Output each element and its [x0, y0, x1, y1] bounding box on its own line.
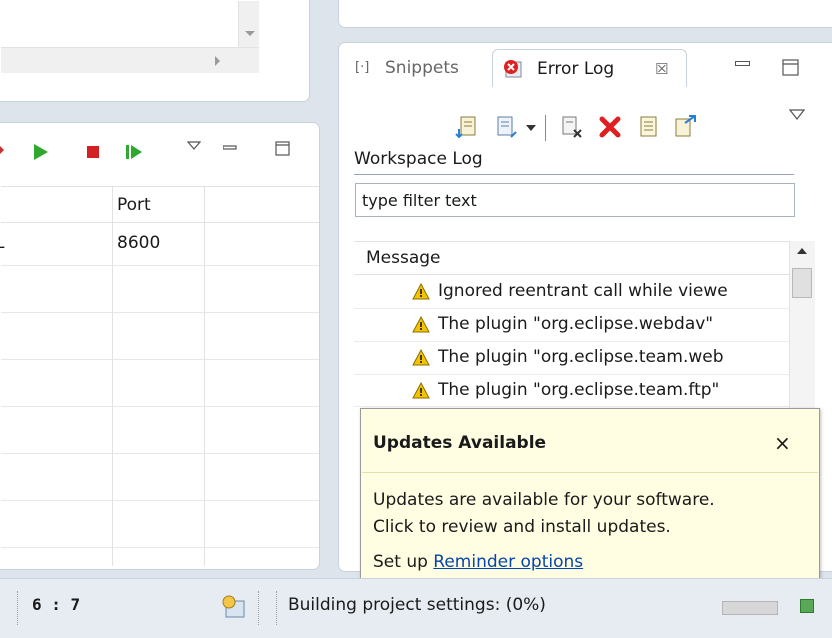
delete-log-icon[interactable] [560, 115, 584, 139]
message-column-header[interactable]: Message [354, 241, 789, 275]
list-item[interactable]: Ignored reentrant call while viewe [354, 276, 789, 309]
warning-icon [412, 283, 430, 300]
minimize-icon[interactable] [735, 61, 751, 67]
popup-setup-line: Set up Reminder options [373, 549, 715, 576]
log-message: Ignored reentrant call while viewe [438, 281, 728, 301]
servers-toolbar [0, 139, 319, 163]
popup-title: Updates Available [373, 433, 547, 453]
restore-log-icon[interactable] [673, 113, 699, 139]
top-left-view [0, 0, 310, 102]
clear-log-icon[interactable] [598, 115, 622, 139]
list-item[interactable]: The plugin "org.eclipse.team.ftp" [354, 375, 789, 407]
list-item[interactable]: The plugin "org.eclipse.team.web [354, 342, 789, 375]
view-tab-bar: [·] Snippets Error Log ☒ [339, 43, 832, 93]
import-dropdown-icon[interactable] [526, 125, 536, 131]
list-item[interactable]: The plugin "org.eclipse.webdav" [354, 309, 789, 342]
toolbar-separator [545, 115, 546, 141]
debug-icon[interactable] [0, 145, 4, 155]
table-row[interactable] [1, 406, 319, 407]
error-log-icon [504, 60, 522, 78]
filter-input[interactable] [355, 183, 795, 217]
status-bar: 6 : 7 Building project settings: (0%) [0, 578, 832, 638]
popup-divider [362, 472, 818, 473]
log-message: The plugin "org.eclipse.team.web [438, 347, 724, 367]
warning-icon [412, 382, 430, 399]
progress-icon[interactable] [220, 593, 248, 619]
setup-prefix: Set up [373, 552, 428, 572]
view-menu-icon[interactable] [789, 109, 805, 121]
server-name-cell: L [0, 233, 4, 253]
progress-bar[interactable] [722, 601, 778, 615]
column-divider[interactable] [204, 186, 205, 566]
table-row[interactable] [1, 265, 319, 266]
view-menu-icon[interactable] [187, 141, 201, 151]
warning-icon [412, 316, 430, 333]
scroll-up-arrow-icon[interactable] [797, 248, 807, 254]
log-label-underline [354, 174, 794, 175]
log-message: The plugin "org.eclipse.webdav" [438, 314, 714, 334]
status-separator [276, 591, 278, 625]
progress-details-icon[interactable] [800, 599, 814, 613]
maximize-icon[interactable] [275, 141, 291, 157]
servers-table-header: Port [1, 186, 319, 223]
status-separator [17, 591, 19, 625]
table-row[interactable] [1, 312, 319, 313]
log-label: Workspace Log [354, 149, 483, 169]
export-log-icon[interactable] [455, 115, 479, 139]
reminder-options-link[interactable]: Reminder options [433, 552, 583, 572]
tab-snippets[interactable]: [·] Snippets [351, 49, 487, 87]
popup-message-line2[interactable]: Click to review and install updates. [373, 514, 715, 541]
warning-icon [412, 349, 430, 366]
status-separator [258, 591, 260, 625]
table-row[interactable] [1, 453, 319, 454]
minimize-icon[interactable] [223, 145, 237, 151]
scroll-right-arrow-icon[interactable] [215, 56, 220, 66]
column-divider[interactable] [112, 186, 113, 566]
horizontal-scrollbar[interactable] [1, 47, 259, 73]
import-log-icon[interactable] [494, 115, 518, 139]
progress-text: Building project settings: (0%) [288, 595, 546, 615]
start-server-icon[interactable] [33, 143, 49, 161]
snippets-icon: [·] [355, 60, 370, 75]
table-row[interactable] [1, 547, 319, 548]
column-header-port[interactable]: Port [117, 195, 151, 215]
server-port-cell: 8600 [117, 233, 161, 253]
updates-notification-popup: Updates Available × Updates are availabl… [360, 408, 820, 596]
scroll-down-arrow-icon[interactable] [245, 31, 255, 36]
table-row[interactable] [1, 500, 319, 501]
servers-view: Port L 8600 [0, 122, 320, 570]
maximize-icon[interactable] [782, 59, 800, 77]
scroll-thumb[interactable] [792, 268, 812, 298]
table-row[interactable] [1, 359, 319, 360]
popup-message-line1[interactable]: Updates are available for your software. [373, 487, 715, 514]
open-log-icon[interactable] [638, 115, 660, 139]
top-right-view [338, 0, 832, 28]
cursor-position: 6 : 7 [32, 595, 81, 614]
popup-body: Updates are available for your software.… [373, 487, 715, 576]
tab-error-log[interactable]: Error Log ☒ [492, 49, 687, 87]
publish-server-icon[interactable] [125, 143, 143, 161]
log-message: The plugin "org.eclipse.team.ftp" [438, 380, 720, 400]
tab-error-log-label: Error Log [537, 59, 615, 79]
stop-server-icon[interactable] [86, 145, 100, 159]
close-icon[interactable]: × [774, 431, 791, 455]
close-tab-icon[interactable]: ☒ [655, 50, 668, 88]
